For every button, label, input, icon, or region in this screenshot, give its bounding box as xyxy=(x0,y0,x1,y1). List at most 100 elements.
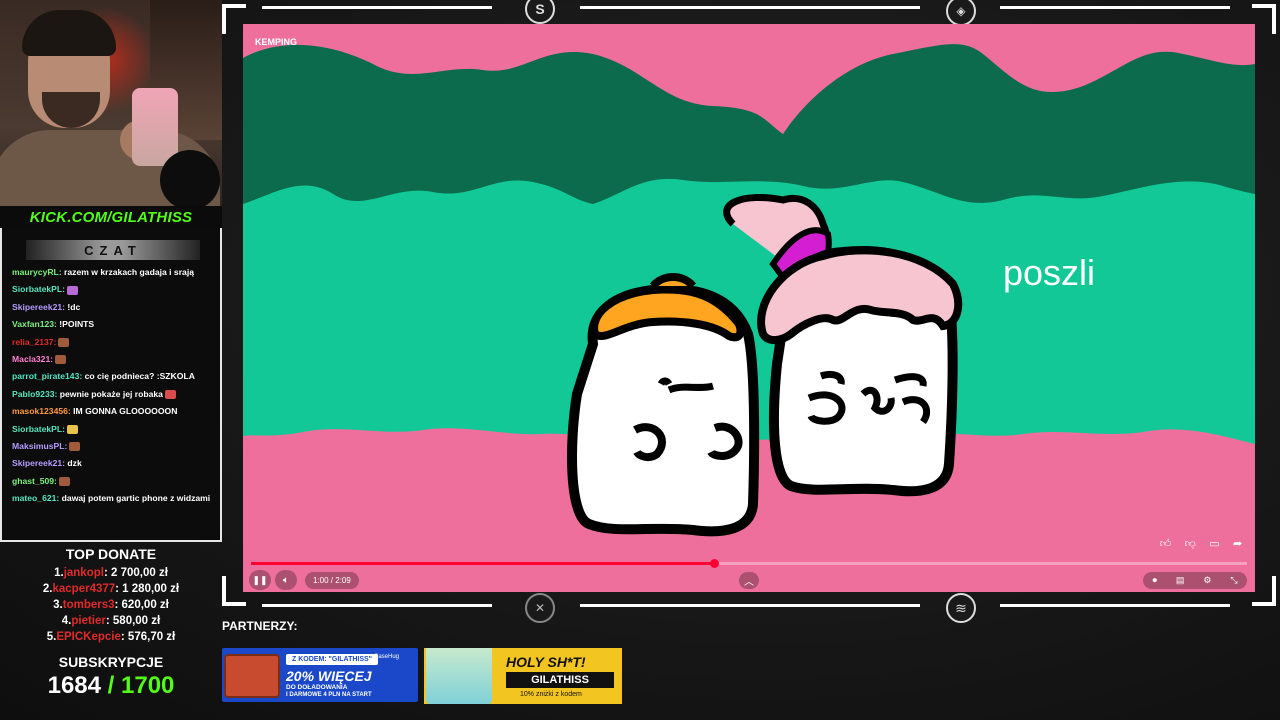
chat-username[interactable]: Pablo9233: xyxy=(12,389,57,399)
donation-amount: : 576,70 zł xyxy=(120,631,176,643)
emote-icon xyxy=(69,442,81,452)
donation-entry: 3.tombers3: 620,00 zł xyxy=(0,597,222,613)
emote-icon xyxy=(67,285,79,295)
chat-message: Vaxfan123: !POINTS xyxy=(12,318,217,330)
chat-username[interactable]: maurycyRL: xyxy=(12,267,62,277)
chat-text: IM GONNA GLOOOOOON xyxy=(70,406,178,417)
frame-line-bottom-left xyxy=(262,604,492,607)
sponsor-code: Z KODEM: "GILATHISS" xyxy=(286,654,379,665)
shaker-bottle xyxy=(132,88,178,166)
video-title: KEMPING xyxy=(255,37,298,47)
webcam-feed xyxy=(0,0,222,212)
video-frame xyxy=(243,24,1255,592)
chat-username[interactable]: Macla321: xyxy=(12,354,53,364)
sponsor-banner-holysht[interactable]: HOLY SH*T! GILATHISS 10% zniżki z kodem xyxy=(424,648,622,704)
chat-title: CZAT xyxy=(26,240,200,260)
sub-goal-title: SUBSKRYPCJE xyxy=(58,654,164,670)
settings-gear-icon[interactable]: ⚙︎ xyxy=(1203,575,1211,586)
captions-icon[interactable]: ▤ xyxy=(1176,575,1185,586)
frame-line-top-left xyxy=(262,6,492,9)
donation-name: jankopl xyxy=(63,567,104,579)
chat-message: SiorbatekPL: xyxy=(12,283,217,295)
chat-username[interactable]: Skipereek21: xyxy=(12,458,65,468)
donation-amount: : 580,00 zł xyxy=(105,615,161,627)
chat-username[interactable]: relia_2137: xyxy=(12,337,56,347)
chat-username[interactable]: parrot_pirate143: xyxy=(12,371,82,381)
minimize-icon[interactable]: ⤡ xyxy=(1230,575,1237,586)
video-subtitle: poszli xyxy=(1003,252,1096,293)
share-icon[interactable]: ➦ xyxy=(1233,537,1242,550)
chat-username[interactable]: SiorbatekPL: xyxy=(12,424,65,434)
chat-text: co cię podnieca? :SZKOLA xyxy=(82,371,195,382)
kick-channel-url: KICK.COM/GILATHISS xyxy=(0,206,222,228)
chat-text: dzk xyxy=(65,458,82,469)
chat-text: pewnie pokaże jej robaka xyxy=(57,388,163,399)
chat-message: Skipereek21: dzk xyxy=(12,457,217,469)
donation-list: 1.jankopl: 2 700,00 zł 2.kacper4377: 1 28… xyxy=(0,565,222,645)
chat-message: ghast_509: xyxy=(12,475,217,487)
chat-message: parrot_pirate143: co cię podnieca? :SZKO… xyxy=(12,370,217,382)
sponsor-logo-bottom-2: ≋ xyxy=(946,593,976,623)
sponsor-logo-top-1: S xyxy=(525,0,555,24)
donation-amount: : 620,00 zł xyxy=(114,599,169,611)
chat-username[interactable]: SiorbatekPL: xyxy=(12,284,65,294)
sub-goal-panel: SUBSKRYPCJE 1684 / 1700 xyxy=(0,654,222,700)
emote-icon xyxy=(58,337,70,347)
comment-icon[interactable]: ▭ xyxy=(1209,537,1219,550)
dislike-icon[interactable]: 👎︎ xyxy=(1185,537,1196,550)
chat-username[interactable]: ghast_509: xyxy=(12,476,57,486)
donation-entry: 4.pietier: 580,00 zł xyxy=(0,613,222,629)
chat-username[interactable]: MaksimusPL: xyxy=(12,441,67,451)
top-donate-title: TOP DONATE xyxy=(65,546,157,562)
chat-message: Skipereek21: !dc xyxy=(12,301,217,313)
donation-entry: 1.jankopl: 2 700,00 zł xyxy=(0,565,222,581)
frame-line-bottom-mid xyxy=(580,604,920,607)
volume-button[interactable]: 🔈︎ xyxy=(275,570,297,590)
stream-overlay: KICK.COM/GILATHISS CZAT maurycyRL: razem… xyxy=(0,0,1280,720)
donation-rank: 1. xyxy=(54,567,64,579)
donation-name: tombers3 xyxy=(62,599,115,611)
chat-username[interactable]: mateo_621: xyxy=(12,493,59,503)
frame-line-top-mid xyxy=(580,6,920,9)
emote-icon xyxy=(58,476,70,486)
donation-amount: : 2 700,00 zł xyxy=(103,567,168,579)
donation-entry: 2.kacper4377: 1 280,00 zł xyxy=(0,581,222,597)
sponsor-brand: CaseHug xyxy=(374,654,400,660)
chat-text: !POINTS xyxy=(56,319,95,330)
progress-bar[interactable] xyxy=(251,559,1247,568)
frame-line-bottom-right xyxy=(1000,604,1230,607)
chat-message: Macla321: xyxy=(12,353,217,365)
sponsor-banner-casehug[interactable]: Z KODEM: "GILATHISS" CaseHug 20% WIĘCEJ … xyxy=(222,648,418,702)
top-donate-panel: TOP DONATE 1.jankopl: 2 700,00 zł 2.kacpe… xyxy=(0,546,222,645)
chat-text: dawaj potem gartic phone z widzami xyxy=(59,493,211,504)
chat-text: razem w krzakach gadaja i srają xyxy=(61,267,194,277)
like-icon[interactable]: 👍︎ xyxy=(1160,537,1172,550)
sub-goal: / 1700 xyxy=(107,672,175,699)
chat-username[interactable]: Skipereek21: xyxy=(12,302,65,312)
chat-message: Pablo9233: pewnie pokaże jej robaka xyxy=(12,388,217,400)
donation-name: kacper4377 xyxy=(52,583,116,595)
pause-button[interactable]: ❚❚ xyxy=(249,570,271,590)
sponsor-logo-bottom-1: ✕ xyxy=(525,593,555,623)
partners-label: PARTNERZY: xyxy=(222,619,298,633)
autoplay-toggle[interactable]: ⏺︎ xyxy=(1152,575,1157,586)
sponsor-line-1: DO DOŁADOWANIA xyxy=(286,684,348,691)
chat-username[interactable]: Vaxfan123: xyxy=(12,319,57,329)
chat-panel: CZAT maurycyRL: razem w krzakach gadaja … xyxy=(0,228,222,542)
donation-name: pietier xyxy=(71,615,106,627)
emote-icon xyxy=(55,355,67,365)
video-player[interactable]: KEMPING poszli 👍︎ 👎︎ ▭ ➦ ❚❚ 🔈︎ 1:00 / 2:… xyxy=(243,24,1255,592)
donation-amount: : 1 280,00 zł xyxy=(115,583,180,595)
chat-username[interactable]: masok123456: xyxy=(12,406,71,416)
expand-chevron-icon[interactable]: ︿ xyxy=(739,572,759,589)
chat-text: !dc xyxy=(65,301,81,312)
donation-rank: 3. xyxy=(53,599,63,611)
sponsor-headline: 20% WIĘCEJ xyxy=(286,668,372,684)
chat-message: mateo_621: dawaj potem gartic phone z wi… xyxy=(12,492,217,504)
sponsor-line-2: I DARMOWE 4 PLN NA START xyxy=(286,692,372,698)
time-display: 1:00 / 2:09 xyxy=(305,572,359,589)
emote-icon xyxy=(67,424,79,434)
sub-goal-counter: 1684 / 1700 xyxy=(0,672,222,700)
sub-count: 1684 xyxy=(47,672,101,699)
orange-character xyxy=(567,273,760,537)
